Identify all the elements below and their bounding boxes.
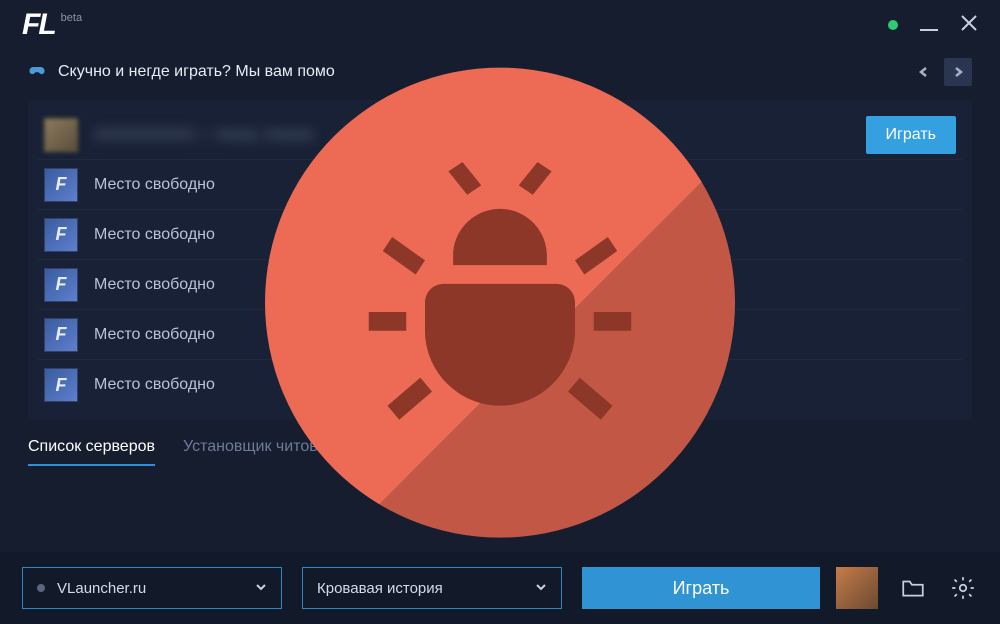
settings-button[interactable] (948, 573, 978, 603)
tab-server-list[interactable]: Список серверов (28, 438, 155, 466)
slot-label: Место свободно (94, 326, 215, 344)
chevron-down-icon (535, 581, 547, 593)
status-dot-icon (888, 20, 898, 30)
slot-icon: F (44, 218, 78, 252)
slot-icon: F (44, 318, 78, 352)
folder-icon (900, 575, 926, 601)
tab-cheat-installer[interactable]: Установщик читов (183, 438, 318, 466)
server-slot-row[interactable]: F Место свободно (38, 260, 962, 310)
close-button[interactable] (960, 14, 978, 37)
slot-label: Место свободно (94, 376, 215, 394)
slot-icon: F (44, 168, 78, 202)
tab-install[interactable]: Устан (346, 438, 388, 466)
carousel-prev-button[interactable] (910, 58, 938, 86)
account-dropdown[interactable]: VLauncher.ru (22, 567, 282, 609)
play-button[interactable]: Играть (582, 567, 820, 609)
promo-text: Скучно и негде играть? Мы вам помо (58, 63, 335, 81)
carousel-next-button[interactable] (944, 58, 972, 86)
open-folder-button[interactable] (898, 573, 928, 603)
server-name-blurred: XXXXXXXXXX — Xxxxx, Xxxxxx (94, 126, 313, 143)
minimize-button[interactable] (920, 19, 938, 31)
server-slot-row[interactable]: F Место свободно (38, 310, 962, 360)
slot-icon: F (44, 368, 78, 402)
server-list: XXXXXXXXXX — Xxxxx, Xxxxxx Играть F Мест… (28, 100, 972, 420)
chevron-down-icon (255, 581, 267, 593)
slot-label: Место свободно (94, 276, 215, 294)
game-thumbnail (836, 567, 878, 609)
preset-dropdown[interactable]: Кровавая история (302, 567, 562, 609)
gear-icon (950, 575, 976, 601)
controller-icon (28, 61, 46, 84)
minimize-icon (920, 29, 938, 31)
slot-label: Место свободно (94, 226, 215, 244)
close-icon (960, 14, 978, 32)
slot-icon: F (44, 268, 78, 302)
server-icon (44, 118, 78, 152)
chevron-right-icon (952, 66, 964, 78)
server-slot-row[interactable]: F Место свободно (38, 160, 962, 210)
chevron-left-icon (918, 66, 930, 78)
logo-text: FL (22, 8, 55, 42)
logo-badge: beta (61, 12, 82, 24)
play-server-button[interactable]: Играть (866, 116, 956, 154)
server-slot-row[interactable]: F Место свободно (38, 210, 962, 260)
featured-server-row[interactable]: XXXXXXXXXX — Xxxxx, Xxxxxx Играть (38, 110, 962, 160)
preset-name: Кровавая история (317, 580, 443, 597)
app-logo: FL beta (22, 8, 82, 42)
account-status-dot-icon (37, 584, 45, 592)
slot-label: Место свободно (94, 176, 215, 194)
account-name: VLauncher.ru (57, 580, 146, 597)
server-slot-row[interactable]: F Место свободно (38, 360, 962, 410)
